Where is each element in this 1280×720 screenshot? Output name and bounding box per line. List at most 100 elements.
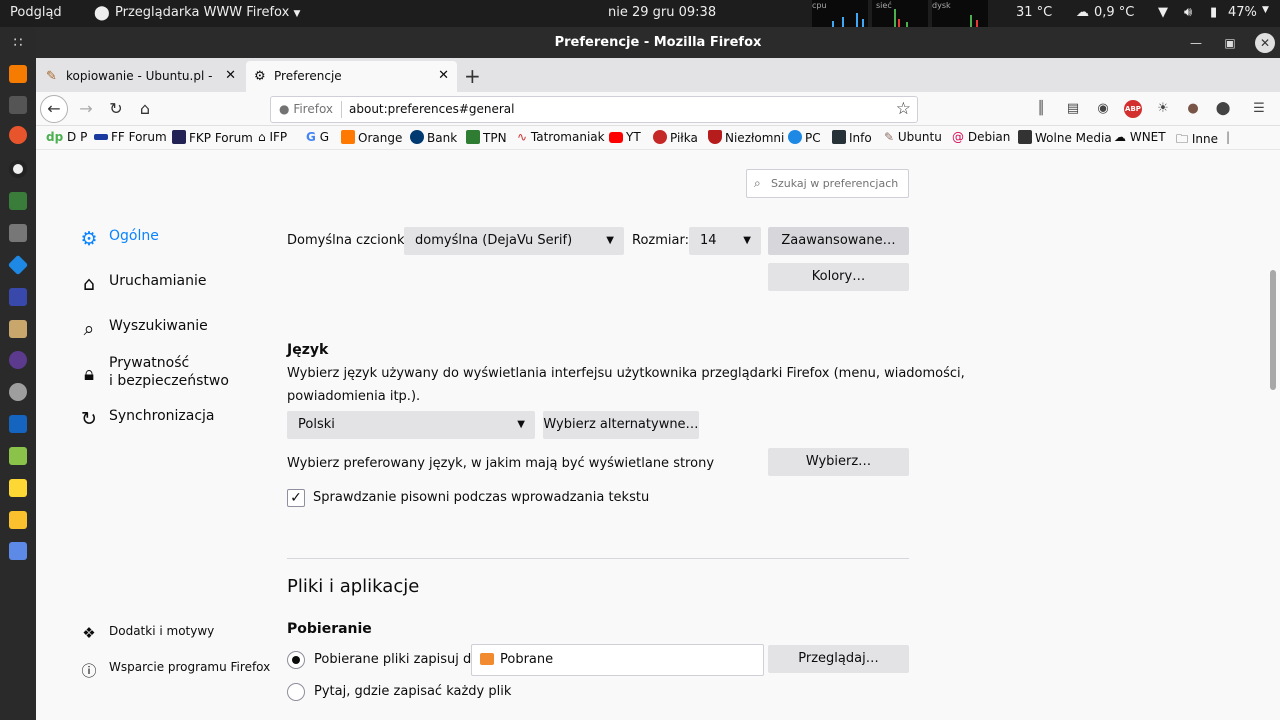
bookmark-wolne-media[interactable]: Wolne Media bbox=[1018, 130, 1112, 145]
category-label: Ogólne bbox=[109, 228, 159, 244]
category-label: Wyszukiwanie bbox=[109, 318, 208, 334]
close-tab-icon[interactable]: ✕ bbox=[225, 68, 236, 83]
font-size-select[interactable]: 14 ▼ bbox=[689, 227, 761, 255]
new-tab-icon[interactable]: + bbox=[464, 64, 481, 88]
bookmark-wnet[interactable]: ☁ WNET bbox=[1114, 130, 1166, 144]
account-icon[interactable]: ◉ bbox=[1094, 100, 1112, 118]
bookmark-ifp[interactable]: ⌂ IFP bbox=[258, 130, 287, 144]
alternative-languages-button[interactable]: Wybierz alternatywne… bbox=[543, 411, 699, 439]
system-menu-caret-icon[interactable]: ▼ bbox=[1262, 5, 1269, 15]
bookmark-fkp-forum[interactable]: FKP Forum bbox=[172, 130, 253, 145]
volume-icon[interactable]: 🔊︎ bbox=[1184, 5, 1192, 20]
sidebar-icon[interactable]: ▤ bbox=[1064, 100, 1082, 118]
bookmark-pilka[interactable]: Piłka bbox=[653, 130, 698, 145]
identity-box[interactable]: ● Firefox bbox=[279, 102, 333, 116]
folder-icon[interactable] bbox=[9, 479, 27, 497]
bookmark-ff-forum[interactable]: FF Forum bbox=[94, 130, 167, 144]
default-font-value: domyślna (DejaVu Serif) bbox=[415, 233, 573, 248]
bookmark-info[interactable]: Info bbox=[832, 130, 872, 145]
close-window-icon[interactable]: ✕ bbox=[1255, 33, 1275, 53]
bookmark-tatromaniak[interactable]: ∿ Tatromaniak bbox=[517, 130, 605, 144]
save-to-label[interactable]: Pobierane pliki zapisuj do: bbox=[314, 652, 484, 667]
extension-icon[interactable]: ☀ bbox=[1154, 100, 1172, 118]
scrollbar-thumb[interactable] bbox=[1270, 270, 1276, 390]
tab-ubuntu-forum[interactable]: ✎ kopiowanie - Ubuntu.pl - Forum ✕ bbox=[38, 61, 244, 92]
tab-preferences[interactable]: ⚙ Preferencje ✕ bbox=[246, 61, 457, 92]
terminal-icon[interactable] bbox=[9, 96, 27, 114]
calculator-icon[interactable] bbox=[9, 542, 27, 560]
advanced-fonts-button[interactable]: Zaawansowane… bbox=[768, 227, 909, 255]
obs-icon[interactable] bbox=[9, 160, 27, 178]
bookmark-label: Info bbox=[849, 131, 872, 145]
addons-label: Dodatki i motywy bbox=[109, 624, 215, 638]
bookmark-dp[interactable]: dp D P bbox=[46, 130, 87, 144]
bookmark-folder-inne[interactable]: 🗀︎ Inne bbox=[1176, 130, 1218, 151]
activities-button[interactable]: Podgląd bbox=[10, 5, 62, 20]
eclipse-icon[interactable] bbox=[9, 351, 27, 369]
weather-temperature[interactable]: 0,9 °C bbox=[1094, 5, 1134, 20]
bookmark-g[interactable]: G G bbox=[306, 130, 329, 144]
window-titlebar[interactable]: Preferencje - Mozilla Firefox — ▣ ✕ bbox=[36, 27, 1280, 58]
firefox-dock-icon[interactable] bbox=[9, 126, 27, 144]
spellcheck-label[interactable]: Sprawdzanie pisowni podczas wprowadzania… bbox=[313, 490, 649, 505]
app-grid-icon[interactable]: ∷ bbox=[9, 35, 27, 53]
url-text[interactable]: about:preferences#general bbox=[349, 102, 515, 116]
bookmark-star-icon[interactable]: ☆ bbox=[896, 99, 911, 119]
home-icon[interactable]: ⌂ bbox=[133, 97, 157, 121]
bookmark-yt[interactable]: YT bbox=[609, 130, 641, 144]
checkmark-icon: ✓ bbox=[290, 490, 302, 506]
bookmark-tpn[interactable]: TPN bbox=[466, 130, 507, 145]
close-tab-icon[interactable]: ✕ bbox=[438, 68, 449, 83]
bookmark-bank[interactable]: Bank bbox=[410, 130, 457, 145]
cookie-icon[interactable]: ● bbox=[1184, 100, 1202, 118]
files-icon[interactable] bbox=[9, 65, 27, 83]
hamburger-menu-icon[interactable]: ☰ bbox=[1250, 100, 1268, 118]
clock[interactable]: nie 29 gru 09:38 bbox=[608, 5, 716, 20]
image-viewer-icon[interactable] bbox=[9, 447, 27, 465]
tab-label: kopiowanie - Ubuntu.pl - Forum bbox=[66, 69, 216, 83]
restore-icon[interactable]: ▣ bbox=[1220, 33, 1240, 53]
always-ask-label[interactable]: Pytaj, gdzie zapisać każdy plik bbox=[314, 684, 511, 699]
bookmark-pc[interactable]: PC bbox=[788, 130, 821, 145]
bookmark-niezlomni[interactable]: Niezłomni bbox=[708, 130, 784, 145]
save-to-radio[interactable] bbox=[287, 651, 305, 669]
app-menu[interactable]: Przeglądarka WWW Firefox ▼ bbox=[115, 5, 300, 20]
bookmark-debian[interactable]: @ Debian bbox=[952, 130, 1010, 144]
colors-button[interactable]: Kolory… bbox=[768, 263, 909, 291]
cpu-temperature[interactable]: 31 °C bbox=[1016, 5, 1052, 20]
library-icon[interactable]: ║ bbox=[1032, 100, 1050, 118]
ui-language-value: Polski bbox=[298, 417, 335, 432]
always-ask-radio[interactable] bbox=[287, 683, 305, 701]
gimp-icon[interactable] bbox=[9, 320, 27, 338]
weather-icon: ☁ bbox=[1076, 5, 1089, 20]
search-preferences-input[interactable]: ⌕ Szukaj w preferencjach bbox=[746, 169, 909, 198]
battery-level[interactable]: 47% bbox=[1228, 5, 1257, 20]
chevron-down-icon: ▼ bbox=[743, 235, 751, 246]
wifi-icon[interactable]: ▼ bbox=[1158, 5, 1168, 20]
battery-icon[interactable]: ▮ bbox=[1210, 5, 1217, 20]
bookmark-orange[interactable]: Orange bbox=[341, 130, 402, 145]
calendar-icon[interactable] bbox=[9, 288, 27, 306]
default-font-select[interactable]: domyślna (DejaVu Serif) ▼ bbox=[404, 227, 624, 255]
bookmark-label: Piłka bbox=[670, 131, 698, 145]
back-arrow-icon[interactable]: ← bbox=[40, 95, 68, 123]
minimize-icon[interactable]: — bbox=[1186, 33, 1206, 53]
url-bar[interactable]: ● Firefox about:preferences#general ☆ bbox=[270, 96, 918, 123]
tpn-icon bbox=[466, 130, 480, 144]
choose-page-language-button[interactable]: Wybierz… bbox=[768, 448, 909, 476]
media-player-icon[interactable] bbox=[9, 192, 27, 210]
forward-arrow-icon[interactable]: → bbox=[74, 97, 98, 121]
document-icon[interactable] bbox=[9, 415, 27, 433]
help-icon: ⓘ bbox=[81, 662, 97, 680]
network-icon[interactable] bbox=[9, 383, 27, 401]
disk-utility-icon[interactable] bbox=[9, 224, 27, 242]
tips-icon[interactable]: ⬤ bbox=[1214, 100, 1232, 118]
reload-icon[interactable]: ↻ bbox=[104, 97, 128, 121]
browse-button[interactable]: Przeglądaj… bbox=[768, 645, 909, 673]
bookmark-ubuntu[interactable]: ✎ Ubuntu bbox=[884, 130, 942, 144]
adblock-icon[interactable]: ABP bbox=[1124, 100, 1142, 118]
folder-2-icon[interactable] bbox=[9, 511, 27, 529]
ui-language-select[interactable]: Polski ▼ bbox=[287, 411, 535, 439]
spellcheck-checkbox[interactable]: ✓ bbox=[287, 489, 305, 507]
kodi-icon[interactable] bbox=[7, 254, 29, 276]
